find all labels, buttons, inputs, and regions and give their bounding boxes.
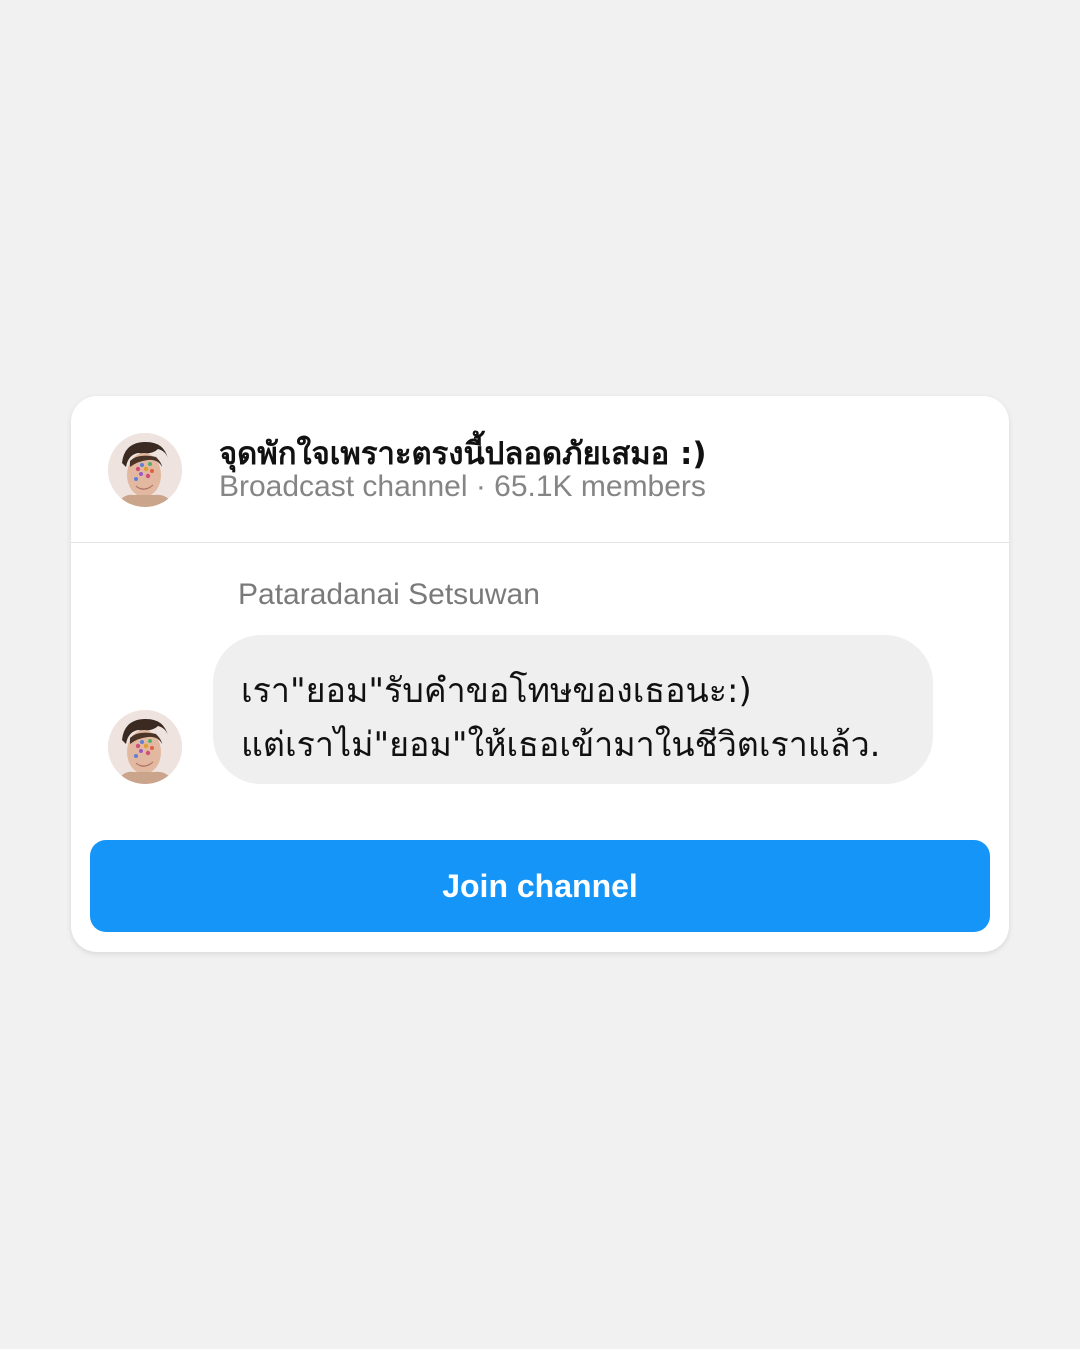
channel-avatar[interactable] <box>108 433 182 507</box>
join-channel-button[interactable]: Join channel <box>90 840 990 932</box>
broadcast-channel-card: จุดพักใจเพราะตรงนี้ปลอดภัยเสมอ :) Broadc… <box>71 396 1009 952</box>
channel-meta: Broadcast channel · 65.1K members <box>219 470 706 503</box>
message-sender-name: Pataradanai Setsuwan <box>238 578 540 611</box>
message-bubble[interactable]: เรา"ยอม"รับคำขอโทษของเธอนะ:) แต่เราไม่"ย… <box>213 635 933 784</box>
profile-photo-icon <box>108 710 182 784</box>
message-line-1: เรา"ยอม"รับคำขอโทษของเธอนะ:) <box>241 671 752 711</box>
message-line-2: แต่เราไม่"ยอม"ให้เธอเข้ามาในชีวิตเราแล้ว… <box>241 725 881 765</box>
sender-avatar[interactable] <box>108 710 182 784</box>
channel-header[interactable]: จุดพักใจเพราะตรงนี้ปลอดภัยเสมอ :) Broadc… <box>71 396 1009 543</box>
profile-photo-icon <box>108 433 182 507</box>
